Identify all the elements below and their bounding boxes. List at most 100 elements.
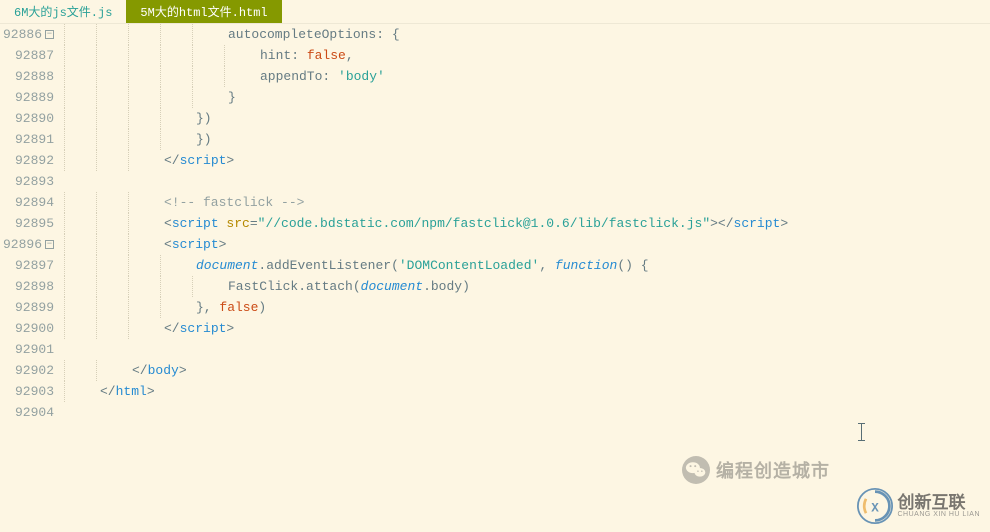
indent-guide [96,66,97,87]
code-line[interactable] [60,171,990,192]
line-number: 92903 [0,381,54,402]
indent-guide [64,276,65,297]
line-number-gutter: 92886−9288792888928899289092891928929289… [0,24,60,532]
indent-guide [128,255,129,276]
indent-guide [128,45,129,66]
indent-guide [64,192,65,213]
code-line[interactable] [60,402,990,423]
indent-guide [64,87,65,108]
code-line[interactable]: } [60,87,990,108]
indent-guide [128,87,129,108]
line-number: 92886− [0,24,54,45]
indent-guide [64,297,65,318]
indent-guide [192,45,193,66]
wechat-icon [682,456,710,484]
watermark-cxhl-main: 创新互联 [897,494,980,511]
line-number: 92901 [0,339,54,360]
code-line[interactable]: <script> [60,234,990,255]
code-content: }) [60,132,212,147]
code-content: } [60,90,236,105]
code-content: </body> [60,363,187,378]
code-line[interactable]: <!-- fastclick --> [60,192,990,213]
code-line[interactable]: document.addEventListener('DOMContentLoa… [60,255,990,276]
indent-guide [128,150,129,171]
code-content: document.addEventListener('DOMContentLoa… [60,258,649,273]
fold-toggle-icon[interactable]: − [45,30,54,39]
code-content [60,405,68,420]
indent-guide [64,108,65,129]
indent-guide [96,297,97,318]
indent-guide [192,276,193,297]
watermark-wechat: 编程创造城市 [682,456,830,484]
indent-guide [64,318,65,339]
indent-guide [128,66,129,87]
code-line[interactable]: }, false) [60,297,990,318]
code-content: <script src="//code.bdstatic.com/npm/fas… [60,216,788,231]
code-content: </html> [60,384,155,399]
code-line[interactable]: autocompleteOptions: { [60,24,990,45]
tab-html-file[interactable]: 5M大的html文件.html [126,0,281,23]
indent-guide [192,66,193,87]
indent-guide [96,234,97,255]
code-line[interactable] [60,339,990,360]
line-number: 92896− [0,234,54,255]
code-line[interactable]: <script src="//code.bdstatic.com/npm/fas… [60,213,990,234]
indent-guide [96,213,97,234]
indent-guide [128,276,129,297]
code-line[interactable]: </html> [60,381,990,402]
code-line[interactable]: FastClick.attach(document.body) [60,276,990,297]
indent-guide [160,129,161,150]
indent-guide [64,45,65,66]
code-area[interactable]: autocompleteOptions: {hint: false, append… [60,24,990,532]
indent-guide [128,129,129,150]
tab-bar: 6M大的js文件.js 5M大的html文件.html [0,0,990,24]
svg-text:X: X [872,501,880,515]
line-number: 92897 [0,255,54,276]
watermark-cxhl-sub: CHUANG XIN HU LIAN [897,511,980,518]
indent-guide [64,381,65,402]
indent-guide [192,24,193,45]
indent-guide [96,87,97,108]
indent-guide [96,255,97,276]
indent-guide [96,108,97,129]
code-line[interactable]: </body> [60,360,990,381]
code-content [60,342,68,357]
line-number: 92891 [0,129,54,150]
indent-guide [128,24,129,45]
code-content: <script> [60,237,226,252]
indent-guide [128,192,129,213]
indent-guide [64,213,65,234]
indent-guide [160,276,161,297]
code-line[interactable]: </script> [60,318,990,339]
indent-guide [96,318,97,339]
cx-logo-icon: X [857,488,893,524]
line-number: 92894 [0,192,54,213]
indent-guide [64,24,65,45]
line-number: 92895 [0,213,54,234]
code-content: }, false) [60,300,266,315]
code-line[interactable]: }) [60,108,990,129]
indent-guide [128,108,129,129]
indent-guide [160,297,161,318]
code-line[interactable]: appendTo: 'body' [60,66,990,87]
code-line[interactable]: }) [60,129,990,150]
indent-guide [224,45,225,66]
line-number: 92888 [0,66,54,87]
code-line[interactable]: </script> [60,150,990,171]
indent-guide [160,66,161,87]
code-content [60,174,68,189]
indent-guide [128,318,129,339]
code-content: }) [60,111,212,126]
indent-guide [64,66,65,87]
code-editor[interactable]: 92886−9288792888928899289092891928929289… [0,24,990,532]
code-line[interactable]: hint: false, [60,45,990,66]
indent-guide [160,24,161,45]
code-content: </script> [60,153,234,168]
line-number: 92892 [0,150,54,171]
code-content: appendTo: 'body' [60,69,385,84]
tab-js-file[interactable]: 6M大的js文件.js [0,0,126,23]
indent-guide [224,66,225,87]
indent-guide [64,150,65,171]
fold-toggle-icon[interactable]: − [45,240,54,249]
indent-guide [64,129,65,150]
